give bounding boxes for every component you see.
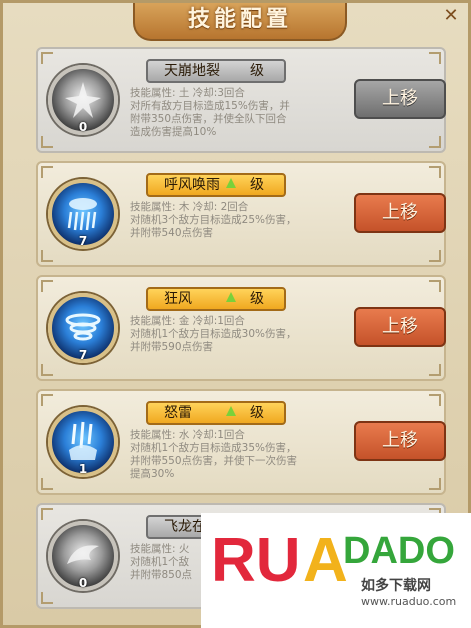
thunder-icon[interactable]: 1 [48,407,118,477]
svg-text:RU: RU [211,526,301,591]
close-icon[interactable]: ✕ [440,3,462,29]
page-title: 技能配置 [133,3,347,41]
skill-level-number: 7 [78,234,88,248]
skill-level-label: 级 [250,291,264,307]
move-up-button[interactable]: 上移 [354,193,446,233]
svg-text:DADO: DADO [343,530,455,572]
svg-text:A: A [303,526,348,591]
skill-name: 呼风唤雨 [164,177,220,193]
upgrade-arrow-icon [226,406,236,416]
skill-description: 技能属性: 水 冷却:1回合 对随机1个敌方目标造成35%伤害， 并附带550点伤害… [130,429,298,480]
skill-description: 技能属性: 木 冷却: 2回合 对随机3个敌方目标造成25%伤害， 并附带540点伤… [130,201,297,239]
skill-name: 怒雷 [164,405,192,421]
skill-level-number: 0 [78,576,88,590]
skill-level-number: 1 [78,462,88,476]
move-up-button[interactable]: 上移 [354,421,446,461]
skill-card: 1 怒雷 级 技能属性: 水 冷却:1回合 对随机1个敌方目标造成35%伤害， 并附… [36,389,446,495]
upgrade-arrow-icon [226,292,236,302]
skill-name: 天崩地裂 [164,63,220,79]
storm-icon[interactable]: 0 [48,65,118,135]
skill-level-label: 级 [250,177,264,193]
watermark-site-name: 如多下载网 [361,578,431,594]
skill-description: 技能属性: 金 冷却:1回合 对随机1个敌方目标造成30%伤害， 并附带590点伤害 [130,315,297,353]
skill-name-plate: 呼风唤雨 级 [146,173,286,197]
skill-name-plate: 怒雷 级 [146,401,286,425]
watermark-url: www.ruaduo.com [361,595,457,608]
skill-level-number: 7 [78,348,88,362]
skill-card: 7 狂风 级 技能属性: 金 冷却:1回合 对随机1个敌方目标造成30%伤害， 并附… [36,275,446,381]
dragon-icon[interactable]: 0 [48,521,118,591]
skill-card: 7 呼风唤雨 级 技能属性: 木 冷却: 2回合 对随机3个敌方目标造成25%伤害… [36,161,446,267]
upgrade-arrow-icon [226,178,236,188]
move-up-button[interactable]: 上移 [354,307,446,347]
skill-level-number: 0 [78,120,88,134]
skill-level-label: 级 [250,63,264,79]
rain-icon[interactable]: 7 [48,179,118,249]
skill-card: 0 天崩地裂 级 技能属性: 土 冷却:3回合 对所有敌方目标造成15%伤害，并附… [36,47,446,153]
skill-level-label: 级 [250,405,264,421]
skill-name-plate: 狂风 级 [146,287,286,311]
skill-name-plate: 天崩地裂 级 [146,59,286,83]
move-up-button[interactable]: 上移 [354,79,446,119]
skill-description: 技能属性: 土 冷却:3回合 对所有敌方目标造成15%伤害，并 附带350点伤害，并… [130,87,290,138]
skill-name: 狂风 [164,291,192,307]
whirlwind-icon[interactable]: 7 [48,293,118,363]
watermark-overlay: RU A DADO 如多下载网 www.ruaduo.com [201,513,471,628]
